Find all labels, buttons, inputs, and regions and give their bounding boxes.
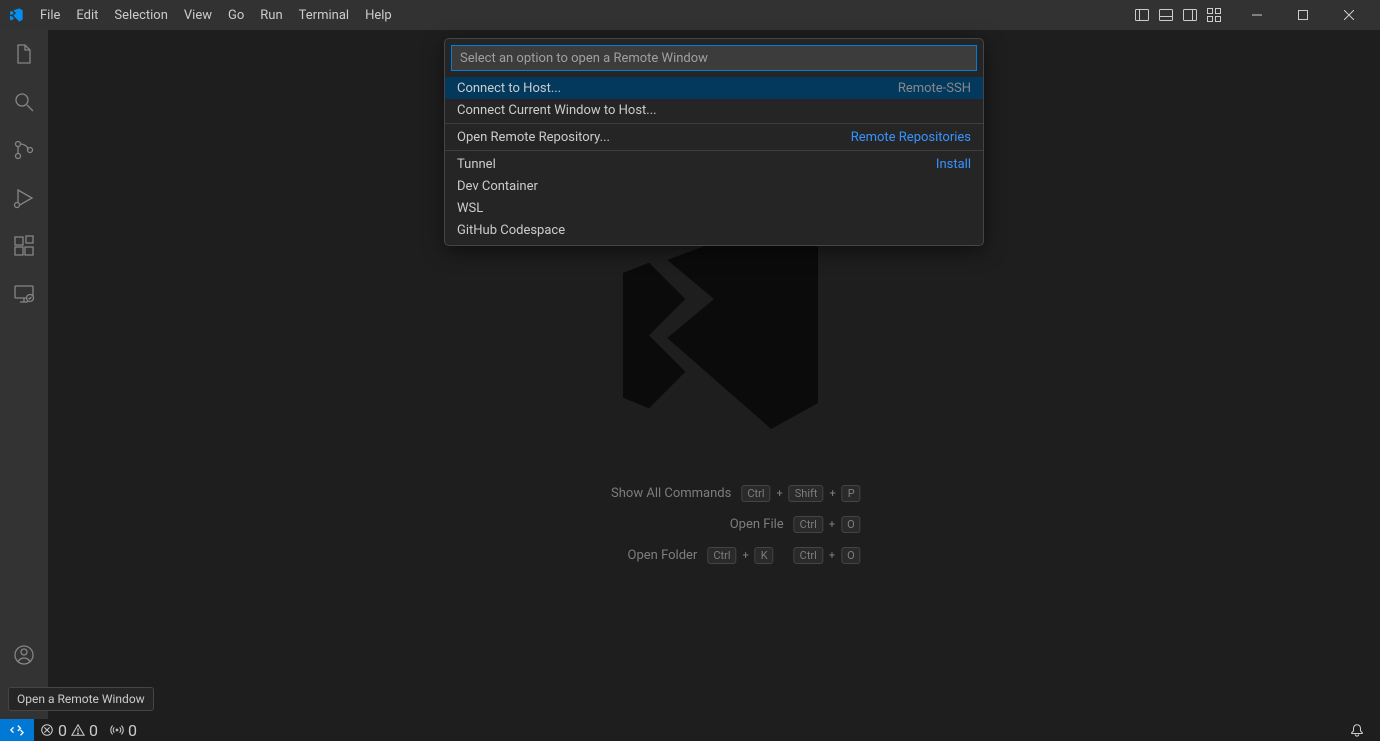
shortcut-row: Open FolderCtrl+KCtrl+O — [567, 547, 860, 564]
port-count: 0 — [128, 721, 137, 740]
menu-run[interactable]: Run — [252, 4, 290, 27]
remote-explorer-icon[interactable] — [0, 270, 48, 318]
quickpick-input[interactable] — [451, 45, 977, 71]
toggle-primary-sidebar-icon[interactable] — [1130, 3, 1154, 27]
statusbar: 0 0 0 — [0, 719, 1380, 741]
quickpick-item-label: WSL — [457, 201, 483, 216]
shortcut-label: Open Folder — [567, 548, 697, 563]
menu-go[interactable]: Go — [220, 4, 252, 27]
notifications-bell-icon[interactable] — [1344, 719, 1370, 741]
extensions-icon[interactable] — [0, 222, 48, 270]
shortcut-label: Show All Commands — [601, 486, 731, 501]
shortcut-keys: Ctrl+O — [794, 516, 861, 533]
warning-count: 0 — [89, 721, 98, 740]
vscode-logo-icon — [8, 7, 24, 23]
menu-selection[interactable]: Selection — [106, 4, 175, 27]
toggle-secondary-sidebar-icon[interactable] — [1178, 3, 1202, 27]
quickpick-item[interactable]: WSL — [445, 197, 983, 219]
key: O — [841, 547, 861, 564]
quickpick-item-label: Connect Current Window to Host... — [457, 103, 657, 118]
quickpick-item[interactable]: GitHub Codespace — [445, 219, 983, 241]
quickpick-item[interactable]: Connect to Host... Remote-SSH — [445, 77, 983, 99]
quickpick-item[interactable]: Dev Container — [445, 175, 983, 197]
quickpick-item[interactable]: Connect Current Window to Host... — [445, 99, 983, 121]
menu-help[interactable]: Help — [357, 4, 400, 27]
quickpick-item-hint: Remote-SSH — [898, 81, 971, 96]
remote-indicator-button[interactable] — [0, 719, 34, 741]
quickpick-panel: Connect to Host... Remote-SSH Connect Curr… — [444, 38, 984, 246]
quickpick-item-label: Dev Container — [457, 179, 538, 194]
menu-terminal[interactable]: Terminal — [291, 4, 357, 27]
activity-bar — [0, 30, 48, 719]
shortcut-keys: Ctrl+Shift+P — [741, 485, 860, 502]
quickpick-separator — [445, 150, 983, 151]
search-icon[interactable] — [0, 78, 48, 126]
run-debug-icon[interactable] — [0, 174, 48, 222]
main-menu: FileEditSelectionViewGoRunTerminalHelp — [32, 4, 400, 27]
problems-status[interactable]: 0 0 — [34, 719, 104, 741]
key: Ctrl — [794, 516, 823, 533]
shortcut-row: Open File Ctrl+O — [567, 516, 860, 533]
quickpick-item-hint: Remote Repositories — [851, 130, 971, 145]
window-maximize-button[interactable] — [1280, 0, 1326, 30]
quickpick-item-label: Tunnel — [457, 157, 496, 172]
key: Ctrl — [707, 547, 736, 564]
key: P — [842, 485, 861, 502]
key: Shift — [789, 485, 824, 502]
menu-edit[interactable]: Edit — [68, 4, 106, 27]
error-count: 0 — [58, 721, 67, 740]
shortcut-label: Open File — [654, 517, 784, 532]
quickpick-item-hint: Install — [936, 157, 971, 172]
editor-area: Show All Commands Ctrl+Shift+P Open File Ct… — [48, 30, 1380, 719]
key: Ctrl — [741, 485, 770, 502]
window-minimize-button[interactable] — [1234, 0, 1280, 30]
key: O — [841, 516, 861, 533]
remote-tooltip: Open a Remote Window — [8, 687, 154, 711]
layout-controls — [1130, 3, 1226, 27]
titlebar: FileEditSelectionViewGoRunTerminalHelp — [0, 0, 1380, 30]
menu-file[interactable]: File — [32, 4, 68, 27]
welcome-shortcuts: Show All Commands Ctrl+Shift+P Open File Ct… — [567, 485, 860, 564]
quickpick-separator — [445, 123, 983, 124]
toggle-panel-icon[interactable] — [1154, 3, 1178, 27]
explorer-icon[interactable] — [0, 30, 48, 78]
quickpick-item[interactable]: Tunnel Install — [445, 153, 983, 175]
key: K — [755, 547, 774, 564]
quickpick-item-label: Connect to Host... — [457, 81, 561, 96]
ports-status[interactable]: 0 — [104, 719, 143, 741]
customize-layout-icon[interactable] — [1202, 3, 1226, 27]
quickpick-list: Connect to Host... Remote-SSH Connect Curr… — [445, 77, 983, 245]
accounts-icon[interactable] — [0, 631, 48, 679]
quickpick-item[interactable]: Open Remote Repository... Remote Reposito… — [445, 126, 983, 148]
key: Ctrl — [794, 547, 823, 564]
shortcut-row: Show All Commands Ctrl+Shift+P — [567, 485, 860, 502]
source-control-icon[interactable] — [0, 126, 48, 174]
quickpick-item-label: Open Remote Repository... — [457, 130, 610, 145]
window-close-button[interactable] — [1326, 0, 1372, 30]
shortcut-keys: Ctrl+KCtrl+O — [707, 547, 860, 564]
quickpick-item-label: GitHub Codespace — [457, 223, 565, 238]
menu-view[interactable]: View — [176, 4, 220, 27]
